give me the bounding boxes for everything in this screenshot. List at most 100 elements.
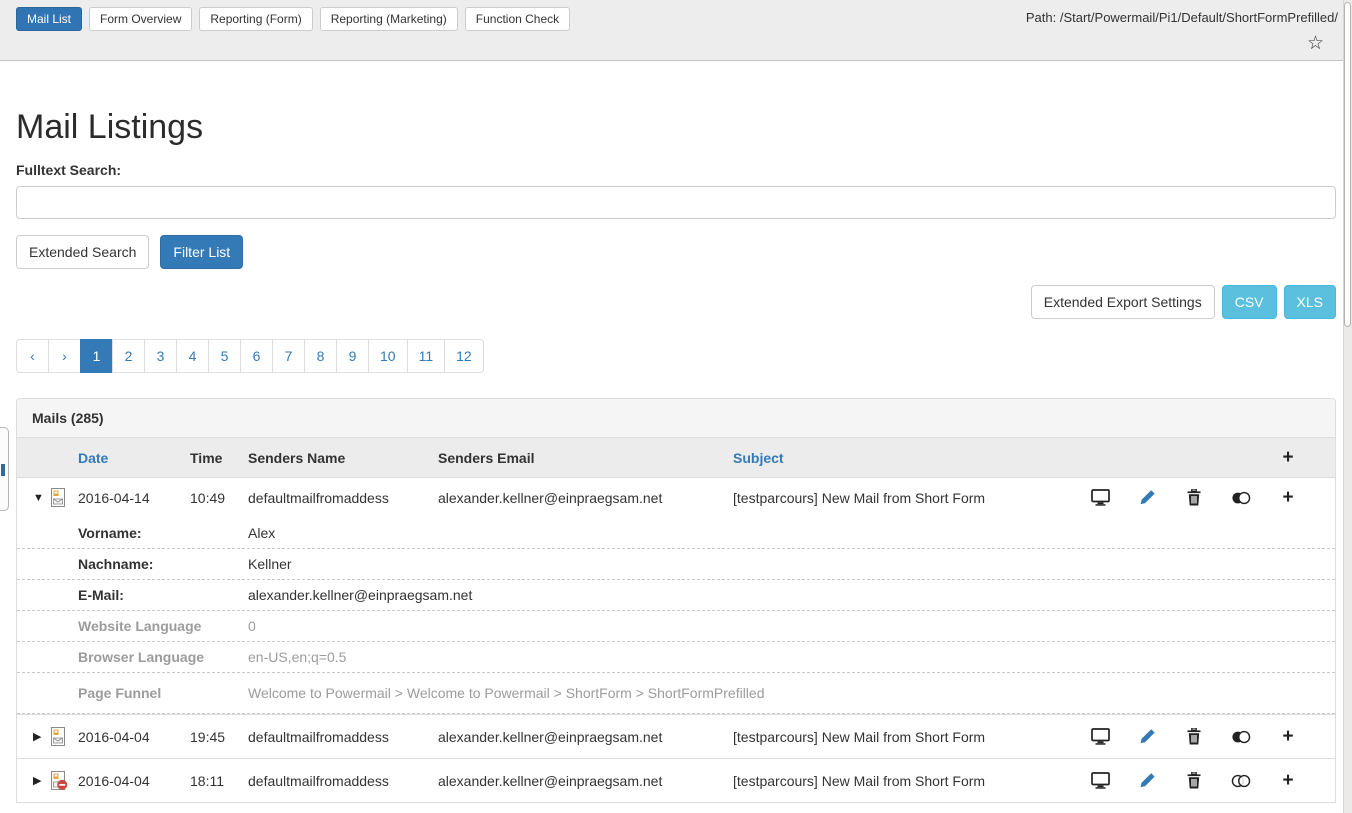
add-icon[interactable]: +: [1278, 727, 1298, 747]
vertical-scrollbar[interactable]: [1343, 0, 1352, 813]
extended-search-button[interactable]: Extended Search: [16, 235, 149, 269]
detail-value: Alex: [248, 525, 1335, 541]
module-tabs: Mail List Form Overview Reporting (Form)…: [16, 7, 570, 31]
mail-time: 18:11: [190, 773, 248, 789]
edit-pencil-icon[interactable]: [1137, 771, 1157, 791]
mail-row[interactable]: ▶ 2016-04-04 19:45 defaultmailfromaddess…: [17, 714, 1335, 758]
mail-sender-email: alexander.kellner@einpraegsam.net: [438, 729, 733, 745]
toggle-visibility-off-icon[interactable]: [1231, 771, 1251, 791]
mail-sender-name: defaultmailfromaddess: [248, 729, 438, 745]
column-header-senders-email: Senders Email: [438, 450, 733, 466]
tab-form-overview[interactable]: Form Overview: [89, 7, 192, 31]
detail-value: Kellner: [248, 556, 1335, 572]
mail-sender-name: defaultmailfromaddess: [248, 490, 438, 506]
mail-sender-email: alexander.kellner@einpraegsam.net: [438, 773, 733, 789]
mail-date: 2016-04-04: [78, 773, 190, 789]
mail-subject: [testparcours] New Mail from Short Form: [733, 729, 1087, 745]
detail-value: Welcome to Powermail > Welcome to Powerm…: [248, 685, 1335, 701]
column-header-senders-name: Senders Name: [248, 450, 438, 466]
delete-trash-icon[interactable]: [1184, 727, 1204, 747]
tab-function-check[interactable]: Function Check: [465, 7, 570, 31]
pagination-page-8[interactable]: 8: [304, 339, 337, 373]
add-icon[interactable]: +: [1278, 771, 1298, 791]
mail-row[interactable]: ▼ 2016-04-14 10:49 defaultmailfromaddess…: [17, 477, 1335, 517]
detail-label: Vorname:: [78, 525, 248, 541]
pagination-page-10[interactable]: 10: [368, 339, 408, 373]
edit-pencil-icon[interactable]: [1137, 488, 1157, 508]
detail-row: Page Funnel Welcome to Powermail > Welco…: [17, 672, 1335, 714]
filter-list-button[interactable]: Filter List: [160, 235, 243, 269]
tab-reporting-marketing[interactable]: Reporting (Marketing): [320, 7, 458, 31]
scrollbar-thumb[interactable]: [1344, 2, 1351, 327]
collapse-caret-icon[interactable]: ▼: [33, 492, 44, 504]
breadcrumb-path: Path: /Start/Powermail/Pi1/Default/Short…: [1026, 10, 1338, 25]
delete-trash-icon[interactable]: [1184, 771, 1204, 791]
search-buttons-row: Extended Search Filter List: [16, 235, 1336, 269]
detail-value: alexander.kellner@einpraegsam.net: [248, 587, 1335, 603]
pagination-prev-icon[interactable]: ‹: [16, 339, 49, 373]
tab-reporting-form[interactable]: Reporting (Form): [199, 7, 312, 31]
main-content: Mail Listings Fulltext Search: Extended …: [0, 108, 1352, 803]
detail-label: E-Mail:: [78, 587, 248, 603]
column-header-time: Time: [190, 450, 248, 466]
column-header-subject[interactable]: Subject: [733, 450, 1087, 466]
preview-icon[interactable]: [1090, 488, 1110, 508]
mail-date: 2016-04-14: [78, 490, 190, 506]
mail-subject: [testparcours] New Mail from Short Form: [733, 490, 1087, 506]
pagination-page-9[interactable]: 9: [336, 339, 369, 373]
preview-icon[interactable]: [1090, 771, 1110, 791]
delete-trash-icon[interactable]: [1184, 488, 1204, 508]
mail-record-hidden-icon: [50, 771, 68, 790]
detail-row: Vorname: Alex: [17, 517, 1335, 548]
csv-export-button[interactable]: CSV: [1222, 285, 1277, 319]
mail-record-icon: [50, 727, 66, 746]
detail-row: Browser Language en-US,en;q=0.5: [17, 641, 1335, 672]
pagination-page-5[interactable]: 5: [208, 339, 241, 373]
frame-resize-grip-icon: [1, 464, 5, 476]
mails-panel: Mails (285) Date Time Senders Name Sende…: [16, 398, 1336, 803]
frame-resize-handle[interactable]: [0, 427, 9, 511]
xls-export-button[interactable]: XLS: [1284, 285, 1336, 319]
mail-time: 10:49: [190, 490, 248, 506]
edit-pencil-icon[interactable]: [1137, 727, 1157, 747]
mail-record-icon: [50, 488, 66, 507]
detail-label: Website Language: [78, 618, 248, 634]
expand-caret-icon[interactable]: ▶: [33, 730, 41, 743]
mail-subject: [testparcours] New Mail from Short Form: [733, 773, 1087, 789]
pagination-page-7[interactable]: 7: [272, 339, 305, 373]
toggle-visibility-icon[interactable]: [1231, 488, 1251, 508]
toggle-visibility-icon[interactable]: [1231, 727, 1251, 747]
pagination-page-12[interactable]: 12: [444, 339, 484, 373]
extended-export-settings-button[interactable]: Extended Export Settings: [1031, 285, 1215, 319]
bookmark-star-icon[interactable]: ☆: [1307, 34, 1324, 54]
export-buttons-row: Extended Export Settings CSV XLS: [16, 285, 1336, 319]
pagination: ‹ › 1 2 3 4 5 6 7 8 9 10 11 12: [16, 339, 484, 373]
tab-mail-list[interactable]: Mail List: [16, 7, 82, 31]
pagination-page-6[interactable]: 6: [240, 339, 273, 373]
mail-date: 2016-04-04: [78, 729, 190, 745]
table-header-row: Date Time Senders Name Senders Email Sub…: [17, 438, 1335, 477]
page-title: Mail Listings: [16, 108, 1336, 147]
detail-label: Nachname:: [78, 556, 248, 572]
preview-icon[interactable]: [1090, 727, 1110, 747]
pagination-page-4[interactable]: 4: [176, 339, 209, 373]
detail-value: en-US,en;q=0.5: [248, 649, 1335, 665]
detail-value: 0: [248, 618, 1335, 634]
expand-caret-icon[interactable]: ▶: [33, 774, 41, 787]
column-header-date[interactable]: Date: [78, 450, 190, 466]
pagination-next-icon[interactable]: ›: [48, 339, 81, 373]
pagination-page-3[interactable]: 3: [144, 339, 177, 373]
pagination-page-2[interactable]: 2: [112, 339, 145, 373]
pagination-page-11[interactable]: 11: [407, 339, 446, 373]
add-column-icon[interactable]: +: [1278, 448, 1298, 468]
mail-sender-email: alexander.kellner@einpraegsam.net: [438, 490, 733, 506]
fulltext-search-input[interactable]: [16, 186, 1336, 219]
detail-row: Nachname: Kellner: [17, 548, 1335, 579]
mail-row[interactable]: ▶ 2016-04-04 18:11 defaultmailfromaddess…: [17, 758, 1335, 802]
mails-panel-title: Mails (285): [17, 399, 1335, 438]
detail-row: E-Mail: alexander.kellner@einpraegsam.ne…: [17, 579, 1335, 610]
add-icon[interactable]: +: [1278, 488, 1298, 508]
pagination-page-1[interactable]: 1: [80, 339, 113, 373]
doc-header: Mail List Form Overview Reporting (Form)…: [0, 0, 1352, 61]
detail-row: Website Language 0: [17, 610, 1335, 641]
